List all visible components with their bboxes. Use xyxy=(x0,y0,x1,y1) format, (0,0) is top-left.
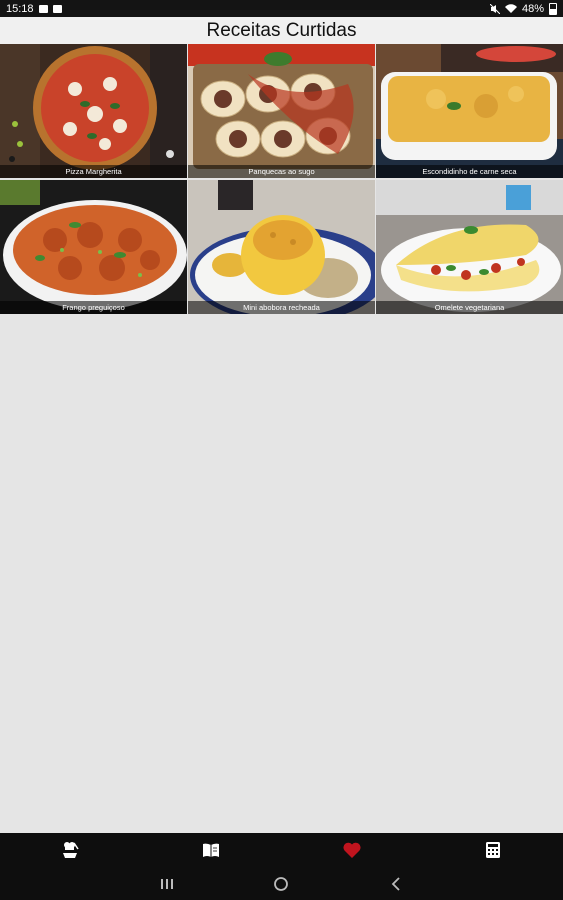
recipe-title: Omelete vegetariana xyxy=(376,301,563,314)
recipe-card-escondidinho[interactable]: Escondidinho de carne seca xyxy=(376,44,563,178)
recipe-card-panquecas-ao-sugo[interactable]: Panquecas ao sugo xyxy=(188,44,375,178)
panquecas-image xyxy=(188,44,375,178)
title-bar: Receitas Curtidas xyxy=(0,17,563,44)
home-icon xyxy=(274,876,289,891)
home-button[interactable] xyxy=(266,872,296,896)
recipe-card-omelete-vegetariana[interactable]: Omelete vegetariana xyxy=(376,180,563,314)
recipe-grid: Pizza Margherita Panquecas ao sugo Escon… xyxy=(0,44,563,314)
frango-image xyxy=(0,180,187,314)
nav-chef[interactable] xyxy=(50,835,90,865)
recipe-title: Escondidinho de carne seca xyxy=(376,165,563,178)
page-title: Receitas Curtidas xyxy=(206,19,357,41)
chef-icon xyxy=(63,842,79,858)
bottom-nav xyxy=(0,833,563,867)
mute-icon xyxy=(489,3,500,14)
notification-app-icon xyxy=(52,4,62,13)
back-button[interactable] xyxy=(381,872,411,896)
status-bar: 15:18 48% xyxy=(0,0,563,17)
recipe-title: Pizza Margherita xyxy=(0,165,187,178)
recipe-title: Mini abobora recheada xyxy=(188,301,375,314)
escondidinho-image xyxy=(376,44,563,178)
heart-icon xyxy=(343,842,361,858)
recents-button[interactable] xyxy=(152,872,182,896)
omelete-image xyxy=(376,180,563,314)
status-left: 15:18 xyxy=(6,3,62,15)
recipe-title: Panquecas ao sugo xyxy=(188,165,375,178)
back-icon xyxy=(391,876,400,891)
recipe-title: Frango preguiçoso xyxy=(0,301,187,314)
recipe-card-mini-abobora-recheada[interactable]: Mini abobora recheada xyxy=(188,180,375,314)
wifi-icon xyxy=(504,3,517,13)
abobora-image xyxy=(188,180,375,314)
battery-percent: 48% xyxy=(521,2,544,15)
pizza-image xyxy=(0,44,187,178)
recipe-card-frango-preguicoso[interactable]: Frango preguiçoso xyxy=(0,180,187,314)
nav-favorites[interactable] xyxy=(332,835,372,865)
calculator-icon xyxy=(485,842,500,858)
status-time: 15:18 xyxy=(6,2,34,15)
recents-icon xyxy=(161,878,174,889)
recipe-card-pizza-margherita[interactable]: Pizza Margherita xyxy=(0,44,187,178)
gallery-icon xyxy=(38,4,48,13)
system-nav xyxy=(0,867,563,900)
battery-icon xyxy=(549,2,557,15)
recipe-book-icon xyxy=(203,843,220,857)
nav-calculator[interactable] xyxy=(473,835,513,865)
status-right: 48% xyxy=(489,2,557,15)
nav-recipes[interactable] xyxy=(191,835,231,865)
